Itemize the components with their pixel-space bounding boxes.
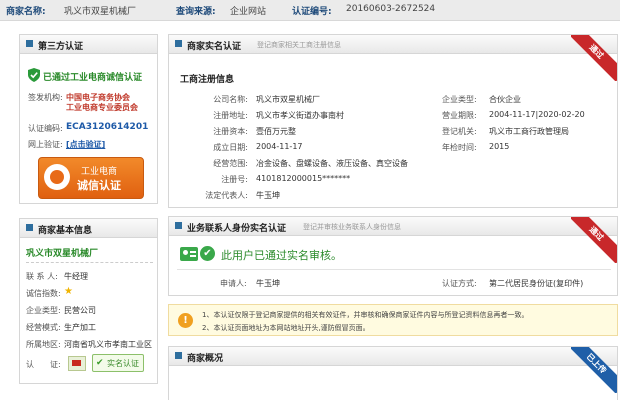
merchant-name-label: 商家名称: <box>6 7 46 17</box>
query-source-label: 查询来源: <box>176 7 216 17</box>
panel-marker-icon <box>26 40 33 47</box>
badge-line1: 工业电商 <box>81 167 118 177</box>
company-type-label: 企业类型: <box>26 306 61 315</box>
warning-icon: ! <box>178 313 193 328</box>
basic-info-title: 商家基本信息 <box>38 226 93 236</box>
registration-section-title: 工商注册信息 <box>180 75 235 85</box>
business-mode-value: 生产加工 <box>64 323 96 332</box>
pass-ribbon: 通过 <box>571 217 617 263</box>
region-value: 河南省巩义市孝南工业区 <box>64 340 152 349</box>
business-contact-subtitle: 登记并审核业务联系人身份信息 <box>303 223 401 231</box>
realname-badge-text: 实名认证 <box>107 359 139 368</box>
business-contact-title: 业务联系人身份实名认证 <box>187 224 287 234</box>
overview-panel: 商家概况 已上传 <box>168 346 618 400</box>
company-name: 巩义市双星机械厂 <box>26 249 99 259</box>
cert-number-label: 认证编号: <box>292 7 332 17</box>
contact-label: 联 系 人: <box>26 272 58 281</box>
credit-index-label: 诚信指数: <box>26 289 61 298</box>
license-icon <box>68 356 86 371</box>
check-circle-icon: ✔ <box>96 358 104 368</box>
issuer-label: 签发机构: <box>28 93 63 102</box>
merchant-name-value: 巩义市双星机械厂 <box>64 7 137 17</box>
issuer-line2: 工业电商专业委员会 <box>66 103 138 112</box>
cert-number-value: 20160603-2672524 <box>346 4 436 14</box>
shield-check-icon <box>28 68 40 82</box>
notice-box: ! 1、本认证仅限于登记商家提供的相关有效证件，并审核和确保商家证件内容与所登记… <box>168 304 618 336</box>
applicant-label: 申请人: <box>220 279 247 288</box>
business-mode-label: 经营模式: <box>26 323 61 332</box>
verified-status-text: 此用户已通过实名审核。 <box>221 249 342 262</box>
third-party-title: 第三方认证 <box>38 42 84 52</box>
panel-marker-icon <box>175 40 182 47</box>
cert-code-label: 认证编码: <box>28 124 63 133</box>
online-verify-label: 网上验证: <box>28 140 63 149</box>
top-info-bar: 商家名称: 巩义市双星机械厂 查询来源: 企业网站 认证编号: 20160603… <box>0 0 620 21</box>
certification-label: 认 证: <box>26 360 61 369</box>
query-source-value: 企业网站 <box>230 7 267 17</box>
credit-star-icon: ★ <box>64 286 73 297</box>
cert-method-label: 认证方式: <box>442 279 477 288</box>
basic-info-panel: 商家基本信息 巩义市双星机械厂 联 系 人: 牛经理 诚信指数: ★ 企业类型:… <box>19 218 158 384</box>
applicant-value: 牛玉坤 <box>256 279 280 288</box>
contact-value: 牛经理 <box>64 272 88 281</box>
passed-cert-text: 已通过工业电商诚信认证 <box>43 73 143 83</box>
panel-marker-icon <box>175 222 182 229</box>
realname-subtitle: 登记商家相关工商注册信息 <box>257 41 341 49</box>
check-circle-icon: ✔ <box>200 246 215 261</box>
badge-line2: 诚信认证 <box>77 179 121 192</box>
pass-ribbon: 通过 <box>571 35 617 81</box>
realname-cert-badge[interactable]: ✔ 实名认证 <box>92 354 144 372</box>
integrity-cert-badge[interactable]: 工业电商 诚信认证 <box>38 157 144 199</box>
panel-marker-icon <box>26 224 33 231</box>
business-contact-panel: 业务联系人身份实名认证 登记并审核业务联系人身份信息 通过 ✔ 此用户已通过实名… <box>168 216 618 296</box>
overview-title: 商家概况 <box>187 354 224 364</box>
verify-link[interactable]: [点击验证] <box>66 139 105 150</box>
cert-method-value: 第二代居民身份证(复印件) <box>489 279 584 288</box>
company-type-value: 民营公司 <box>64 306 96 315</box>
notice-line2: 2、本认证页面地址为本网站地址开头,谨防假冒页面。 <box>202 324 370 332</box>
panel-marker-icon <box>175 352 182 359</box>
badge-emblem-icon <box>44 164 70 190</box>
realname-panel: 商家实名认证 登记商家相关工商注册信息 通过 工商注册信息 公司名称: 巩义市双… <box>168 34 618 208</box>
id-card-icon <box>180 247 198 261</box>
uploaded-ribbon: 已上传 <box>571 347 617 393</box>
notice-line1: 1、本认证仅限于登记商家提供的相关有效证件，并审核和确保商家证件内容与所登记资料… <box>202 311 529 319</box>
cert-code-value: ECA3120614201 <box>66 122 149 132</box>
realname-title: 商家实名认证 <box>187 42 242 52</box>
third-party-panel: 第三方认证 已通过工业电商诚信认证 签发机构: 中国电子商务协会 工业电商专业委… <box>19 34 158 204</box>
region-label: 所属地区: <box>26 340 61 349</box>
